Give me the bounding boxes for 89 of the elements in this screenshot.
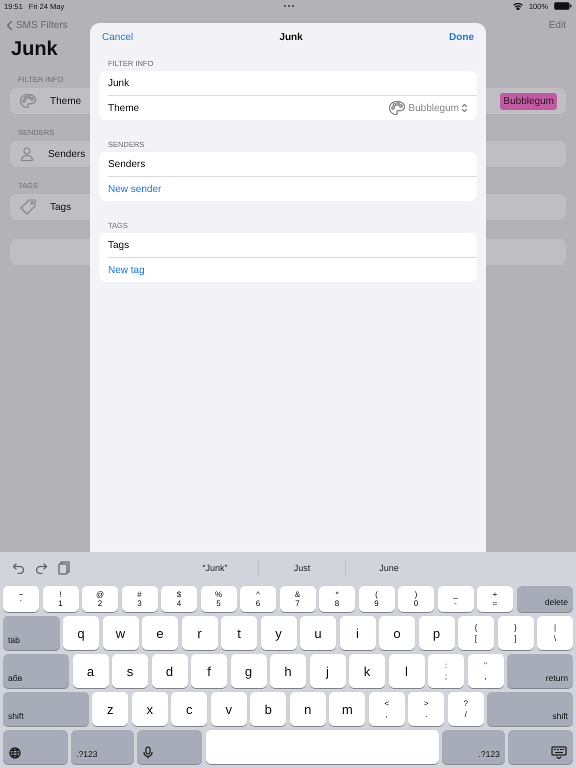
- name-field[interactable]: Junk: [108, 78, 468, 88]
- keyboard-key[interactable]: e: [142, 616, 178, 650]
- row-label: Tags: [50, 202, 72, 212]
- keyboard-key[interactable]: ? /: [448, 692, 484, 726]
- keyboard-key[interactable]: t: [221, 616, 257, 650]
- theme-badge: Bubblegum: [500, 92, 557, 110]
- clipboard-icon: [58, 560, 70, 574]
- cancel-button[interactable]: Cancel: [102, 32, 134, 43]
- sheet-title: Junk: [279, 32, 303, 43]
- page-title: Junk: [10, 37, 59, 62]
- keyboard-key[interactable]: c: [171, 692, 208, 726]
- back-chevron-icon: [6, 20, 13, 30]
- keyboard-key[interactable]: & 7: [280, 586, 316, 612]
- row-label: Tags: [108, 240, 130, 250]
- keyboard-key[interactable]: u: [300, 616, 336, 650]
- keyboard-key[interactable]: r: [182, 616, 218, 650]
- keyboard-key[interactable]: * 8: [319, 586, 355, 612]
- multitask-dots-icon: [282, 4, 295, 8]
- person-icon: [19, 146, 35, 162]
- row-label: Theme: [108, 102, 140, 114]
- suggestion[interactable]: June: [346, 560, 432, 574]
- keyboard-key[interactable]: .?123: [442, 730, 505, 764]
- globe-icon: [9, 747, 21, 759]
- updown-chevron-icon: [461, 103, 468, 113]
- keyboard-icon: [551, 746, 568, 759]
- keyboard-key[interactable]: delete: [516, 586, 573, 612]
- keyboard-key[interactable]: ( 9: [358, 586, 394, 612]
- keyboard-key[interactable]: b: [250, 692, 286, 726]
- keyboard-key[interactable]: m: [329, 692, 366, 726]
- keyboard-key[interactable]: x: [132, 692, 168, 726]
- keyboard-key[interactable]: : ;: [428, 654, 464, 688]
- keyboard-key[interactable]: d: [152, 654, 188, 688]
- keyboard-key[interactable]: w: [102, 616, 138, 650]
- keyboard-key[interactable]: h: [270, 654, 306, 688]
- microphone-icon: [143, 746, 154, 759]
- keyboard-key[interactable]: ^ 6: [240, 586, 276, 612]
- keyboard-key[interactable]: % 5: [200, 586, 236, 612]
- keyboard-key[interactable]: z: [92, 692, 128, 726]
- undo-icon: [12, 562, 25, 574]
- keyboard-key[interactable]: абв: [3, 654, 69, 688]
- keyboard-key[interactable]: s: [112, 654, 148, 688]
- redo-icon: [35, 562, 48, 574]
- row-label: Theme: [50, 96, 82, 106]
- keyboard-key[interactable]: q: [63, 616, 99, 650]
- keyboard-key[interactable]: i: [340, 616, 376, 650]
- globe-key[interactable]: [3, 730, 68, 764]
- suggestion[interactable]: “Junk”: [172, 560, 258, 574]
- keyboard-key[interactable]: f: [191, 654, 227, 688]
- row-label: Senders: [108, 158, 146, 170]
- keyboard-key[interactable]: shift: [487, 692, 573, 726]
- keyboard-key[interactable]: + =: [477, 586, 513, 612]
- keyboard-key[interactable]: a: [72, 654, 108, 688]
- add-link[interactable]: New tag: [108, 264, 145, 276]
- suggestion[interactable]: Just: [259, 560, 345, 574]
- keyboard-key[interactable]: < ,: [368, 692, 405, 726]
- done-button[interactable]: Done: [448, 32, 474, 43]
- keyboard-key[interactable]: { [: [458, 616, 494, 650]
- battery-icon: [554, 2, 572, 10]
- keyboard-key[interactable]: l: [388, 654, 424, 688]
- keyboard-key[interactable]: p: [418, 616, 454, 650]
- keyboard-key[interactable]: } ]: [498, 616, 534, 650]
- keyboard-key[interactable]: k: [349, 654, 385, 688]
- keyboard-key[interactable]: ” ,: [468, 654, 504, 688]
- keyboard-key[interactable]: _ -: [438, 586, 474, 612]
- keyboard-key[interactable]: ! 1: [42, 586, 78, 612]
- keyboard-key[interactable]: g: [230, 654, 266, 688]
- keyboard-key[interactable]: | \: [537, 616, 573, 650]
- palette-icon: [388, 100, 406, 116]
- keyboard-key[interactable]: > .: [408, 692, 444, 726]
- wifi-icon: [512, 2, 523, 10]
- keyboard-key[interactable]: tab: [3, 616, 60, 650]
- palette-icon: [19, 93, 37, 109]
- keyboard-key[interactable]: shift: [3, 692, 89, 726]
- keyboard-key[interactable]: $ 4: [161, 586, 197, 612]
- keyboard-key[interactable]: # 3: [122, 586, 158, 612]
- add-link[interactable]: New sender: [108, 184, 162, 194]
- keyboard-key[interactable]: v: [210, 692, 247, 726]
- keyboard-key[interactable]: ) 0: [398, 586, 434, 612]
- keyboard-key[interactable]: @ 2: [82, 586, 118, 612]
- keyboard-key[interactable]: .?123: [71, 730, 134, 764]
- keyboard-key[interactable]: y: [260, 616, 296, 650]
- hide-keyboard-key[interactable]: [508, 730, 574, 764]
- keyboard-key[interactable]: ~ `: [3, 586, 39, 612]
- tag-icon: [19, 198, 37, 216]
- keyboard-key[interactable]: j: [310, 654, 346, 688]
- row-label: Senders: [48, 148, 86, 160]
- keyboard-key[interactable]: n: [290, 692, 326, 726]
- keyboard-key[interactable]: o: [379, 616, 415, 650]
- keyboard-key[interactable]: return: [507, 654, 573, 688]
